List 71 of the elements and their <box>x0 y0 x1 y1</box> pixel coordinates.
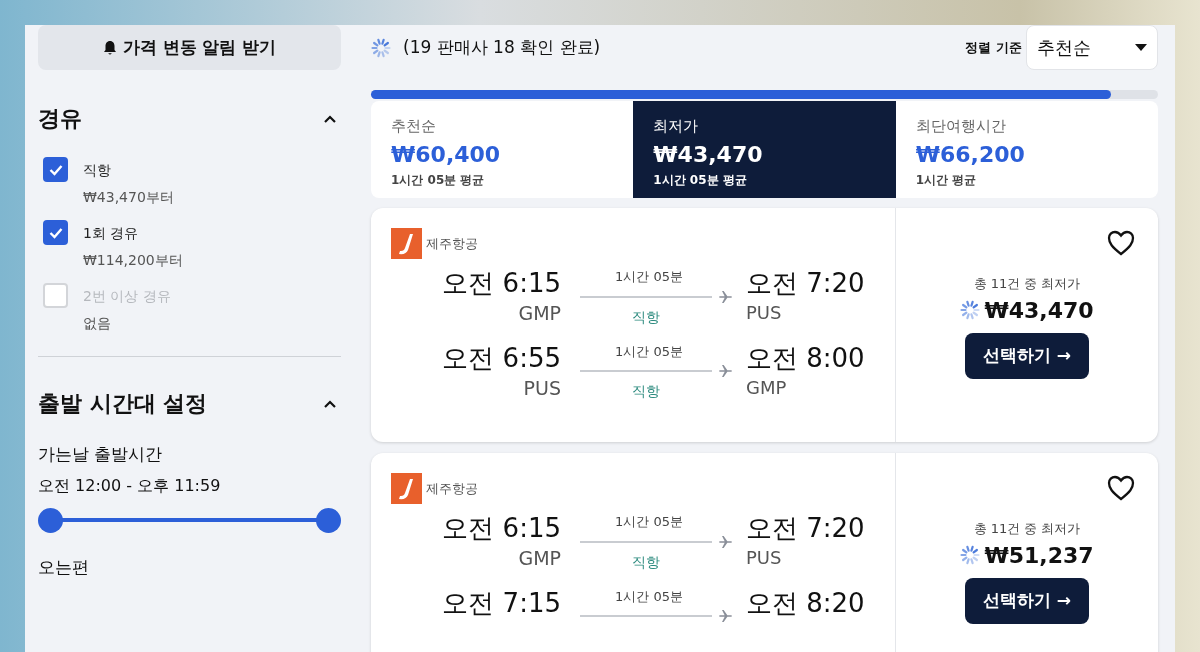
flight-card[interactable]: 제주항공 오전 6:15 GMP 1시간 05분 직항 오전 7:20 PUS 오전 7:15 1시간 05분 오전 8:20 총 11건 중 최저가 ₩51,237 선택하기 → <box>371 453 1158 652</box>
chevron-icon[interactable] <box>323 398 337 409</box>
arrival-time: 오전 7:20 <box>746 512 865 545</box>
checkbox[interactable] <box>43 220 68 245</box>
airline-logo-icon <box>391 473 422 504</box>
range-label: 가는날 출발시간 <box>38 443 164 466</box>
departure-time: 오전 7:15 <box>442 586 561 620</box>
range-value: 오전 12:00 - 오후 11:59 <box>38 474 222 497</box>
price-note: 총 11건 중 최저가 <box>973 275 1081 293</box>
flight-price: ₩43,470 <box>984 296 1094 325</box>
option-price: ₩43,470부터 <box>83 188 174 207</box>
slider-handle[interactable] <box>38 507 63 533</box>
price-alert-button[interactable]: 가격 변동 알림 받기 <box>38 25 341 70</box>
select-button[interactable]: 선택하기 → <box>964 577 1090 624</box>
stops-label: 직항 <box>631 382 661 401</box>
stops-label: 직항 <box>631 307 661 327</box>
airline-logo-icon <box>391 228 422 259</box>
range-label: 오는편 <box>38 555 90 579</box>
departure-time: 오전 6:15 <box>442 512 561 545</box>
arrival-time: 오전 8:00 <box>746 341 865 375</box>
departure-time: 오전 6:15 <box>442 267 561 300</box>
plane-icon <box>718 363 734 379</box>
bell-icon <box>102 39 117 56</box>
airport-code: GMP <box>746 375 787 400</box>
favorite-heart-icon[interactable] <box>1107 475 1135 501</box>
plane-icon <box>718 608 734 624</box>
sort-dropdown[interactable]: 추천순 <box>1026 25 1158 70</box>
airport-code: PUS <box>523 375 561 400</box>
sort-tab[interactable]: 추천순 ₩60,400 1시간 05분 평균 <box>371 101 634 198</box>
loading-spinner-icon <box>371 37 391 58</box>
option-price: 없음 <box>83 314 112 333</box>
checkbox[interactable] <box>43 157 68 182</box>
plane-icon <box>718 533 734 550</box>
airport-code: GMP <box>518 546 561 570</box>
loading-spinner-icon <box>960 545 981 565</box>
stops-label: 직항 <box>631 552 661 572</box>
option-price: ₩114,200부터 <box>83 251 183 270</box>
slider-handle[interactable] <box>316 507 341 533</box>
flight-card[interactable]: 제주항공 오전 6:15 GMP 1시간 05분 직항 오전 7:20 PUS 오전 6:55 PUS 1시간 05분 직항 오전 8:00 GMP 총 11건 중 최저가 ₩43,470 선택하기 → <box>371 208 1158 442</box>
airport-code: PUS <box>746 301 782 325</box>
sort-tab[interactable]: 최저가 ₩43,470 1시간 05분 평균 <box>633 101 896 198</box>
flight-duration: 1시간 05분 <box>614 268 684 286</box>
airline-name: 제주항공 <box>426 479 478 498</box>
departure-time: 오전 6:55 <box>442 341 561 375</box>
plane-icon <box>718 288 734 305</box>
time-range-slider[interactable] <box>38 507 341 533</box>
flight-duration: 1시간 05분 <box>614 513 684 531</box>
section-title: 출발 시간대 설정 <box>38 390 208 418</box>
checkmark-icon <box>48 163 63 176</box>
caret-icon <box>1135 43 1147 52</box>
arrival-time: 오전 7:20 <box>746 267 865 300</box>
option-label: 1회 경유 <box>83 224 140 243</box>
chevron-icon[interactable] <box>323 113 337 124</box>
arrival-time: 오전 8:20 <box>746 586 865 620</box>
price-note: 총 11건 중 최저가 <box>973 520 1081 538</box>
checkmark-icon <box>48 226 63 239</box>
section-title: 경유 <box>38 105 82 133</box>
sort-tab[interactable]: 최단여행시간 ₩66,200 1시간 평균 <box>895 101 1158 198</box>
loading-spinner-icon <box>960 300 981 320</box>
flight-duration: 1시간 05분 <box>614 342 684 361</box>
select-button[interactable]: 선택하기 → <box>964 332 1090 379</box>
flight-duration: 1시간 05분 <box>614 587 684 606</box>
airport-code: GMP <box>518 301 561 325</box>
status-text: (19 판매사 18 확인 완료) <box>403 36 601 59</box>
flight-price: ₩51,237 <box>984 541 1094 570</box>
option-label: 2번 이상 경유 <box>83 287 171 306</box>
favorite-heart-icon[interactable] <box>1107 230 1135 256</box>
airport-code: PUS <box>746 546 782 570</box>
option-label: 직항 <box>83 161 112 180</box>
airline-name: 제주항공 <box>426 234 478 253</box>
sort-label: 정렬 기준 <box>965 38 1022 57</box>
